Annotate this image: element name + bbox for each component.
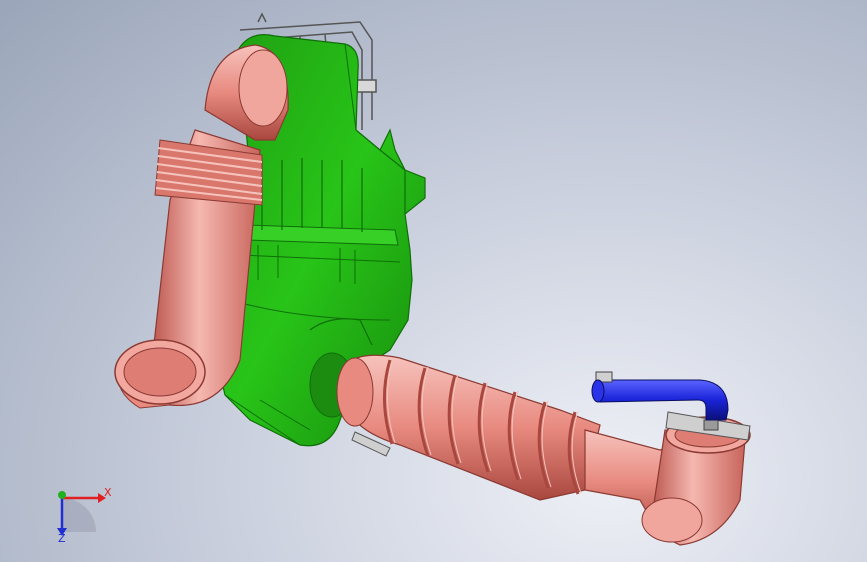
- outlet-corrugated-duct[interactable]: [336, 354, 601, 501]
- cad-model[interactable]: [0, 0, 867, 562]
- 3d-viewport[interactable]: X Z: [0, 0, 867, 562]
- breather-pipe[interactable]: [591, 371, 729, 421]
- z-axis-label: Z: [58, 532, 66, 545]
- coordinate-triad: X Z: [40, 480, 120, 550]
- x-axis-label: X: [104, 486, 112, 499]
